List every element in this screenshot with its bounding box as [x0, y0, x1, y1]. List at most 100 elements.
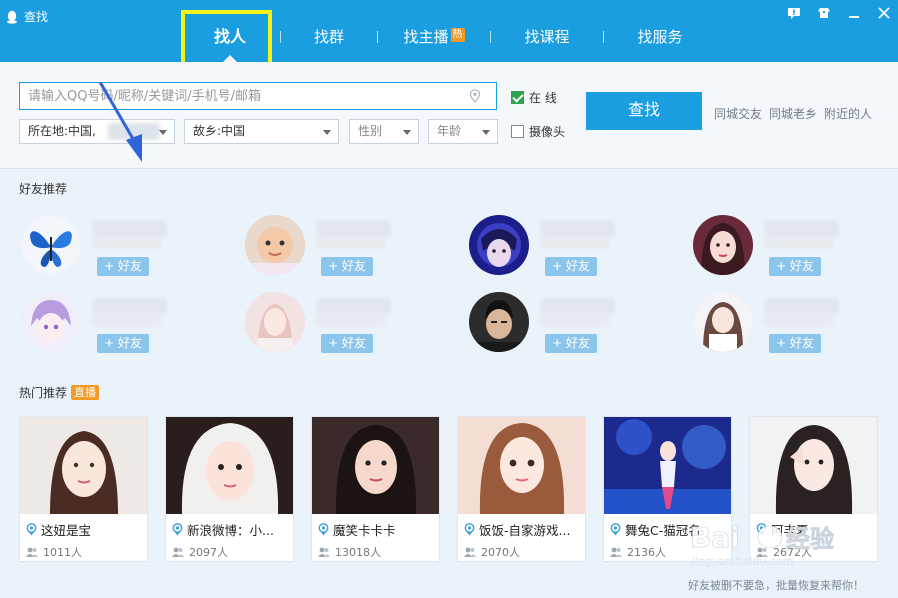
hometown-select[interactable]: 故乡:中国: [184, 119, 339, 144]
search-input[interactable]: [19, 82, 497, 110]
live-card[interactable]: 饭饭-自家游戏... 2070人: [457, 416, 586, 562]
live-card-title-text: 魔笑卡卡卡: [333, 523, 396, 538]
avatar[interactable]: [469, 292, 529, 352]
live-location-icon: [756, 523, 767, 536]
stream-thumbnail: [750, 417, 877, 514]
add-friend-button[interactable]: + 好友: [545, 257, 597, 276]
link-same-city-hometown[interactable]: 同城老乡: [769, 105, 817, 122]
blurred-name: [93, 237, 161, 249]
live-card[interactable]: 舞兔C-猫冠名 2136人: [603, 416, 732, 562]
live-badge: 直播: [71, 385, 100, 400]
live-card-title-text: 舞兔C-猫冠名: [625, 523, 701, 538]
live-location-icon: [464, 523, 475, 536]
online-checkbox-label: 在 线: [529, 91, 557, 105]
avatar[interactable]: [469, 215, 529, 275]
tab-find-group[interactable]: 找群: [281, 0, 377, 62]
chevron-down-icon: [323, 130, 331, 135]
find-button[interactable]: 查找: [586, 92, 702, 130]
age-select-value: 年龄: [437, 124, 462, 138]
add-friend-button[interactable]: + 好友: [769, 334, 821, 353]
window-controls: [786, 6, 892, 22]
chevron-down-icon: [482, 130, 490, 135]
stream-thumbnail: [166, 417, 293, 514]
gender-select-value: 性别: [358, 124, 383, 138]
live-card-title: 舞兔C-猫冠名: [610, 520, 728, 539]
blurred-name: [93, 221, 167, 237]
live-card-viewers: 1011人: [26, 544, 82, 560]
avatar[interactable]: [245, 215, 305, 275]
viewers-count: 2136人: [627, 546, 666, 559]
blurred-name: [541, 221, 615, 237]
chevron-down-icon: [403, 130, 411, 135]
close-icon[interactable]: [876, 6, 892, 22]
avatar[interactable]: [21, 292, 81, 352]
location-select-value: 所在地:中国,: [28, 124, 96, 138]
avatar[interactable]: [245, 292, 305, 352]
hot-section-title: 热门推荐 直播: [19, 384, 100, 401]
location-pin-icon[interactable]: [469, 89, 481, 103]
tab-find-course[interactable]: 找课程: [491, 0, 603, 62]
live-card-viewers: 2070人: [464, 544, 520, 560]
tab-find-service[interactable]: 找服务: [604, 0, 716, 62]
skin-icon[interactable]: [816, 6, 832, 22]
live-location-icon: [610, 523, 621, 536]
add-friend-button[interactable]: + 好友: [321, 257, 373, 276]
add-friend-button[interactable]: + 好友: [769, 257, 821, 276]
feedback-icon[interactable]: [786, 6, 802, 22]
camera-checkbox-label: 摄像头: [529, 125, 566, 139]
tab-find-people[interactable]: 找人: [180, 0, 280, 62]
viewers-count: 2672人: [773, 546, 812, 559]
live-card-title: 阿丰夏: [756, 520, 874, 539]
minimize-icon[interactable]: [846, 6, 862, 22]
tab-label: 找课程: [524, 28, 570, 46]
blurred-name: [541, 298, 615, 314]
friend-card: + 好友: [693, 215, 893, 277]
age-select[interactable]: 年龄: [428, 119, 498, 144]
friend-card: + 好友: [245, 292, 445, 354]
qq-penguin-icon: [7, 10, 17, 24]
add-friend-button[interactable]: + 好友: [321, 334, 373, 353]
stream-thumbnail: [312, 417, 439, 514]
add-friend-button[interactable]: + 好友: [545, 334, 597, 353]
location-select[interactable]: 所在地:中国,: [19, 119, 175, 144]
tab-find-streamer[interactable]: 找主播热: [378, 0, 490, 62]
add-friend-button[interactable]: + 好友: [97, 257, 149, 276]
viewers-icon: [756, 547, 768, 557]
blurred-name: [765, 221, 839, 237]
live-card-viewers: 13018人: [318, 544, 381, 560]
camera-checkbox[interactable]: 摄像头: [511, 123, 565, 140]
chevron-down-icon: [159, 130, 167, 135]
viewers-count: 1011人: [43, 546, 82, 559]
live-card-title-text: 阿丰夏: [771, 523, 809, 538]
avatar[interactable]: [693, 292, 753, 352]
window-title-text: 查找: [24, 10, 49, 24]
viewers-icon: [464, 547, 476, 557]
gender-select[interactable]: 性别: [349, 119, 419, 144]
live-card[interactable]: 魔笑卡卡卡 13018人: [311, 416, 440, 562]
add-friend-button[interactable]: + 好友: [97, 334, 149, 353]
friend-card: + 好友: [21, 215, 221, 277]
link-nearby-people[interactable]: 附近的人: [824, 105, 872, 122]
stream-thumbnail: [458, 417, 585, 514]
footer-tip[interactable]: 好友被删不要急，批量恢复来帮你！: [688, 577, 864, 593]
link-same-city-dating[interactable]: 同城交友: [714, 105, 762, 122]
viewers-icon: [172, 547, 184, 557]
friend-card: + 好友: [21, 292, 221, 354]
blurred-name: [541, 314, 609, 326]
live-card[interactable]: 新浪微博：小... 2097人: [165, 416, 294, 562]
blurred-region: [108, 123, 160, 140]
blurred-name: [317, 298, 391, 314]
tab-label: 找服务: [637, 28, 683, 46]
avatar[interactable]: [693, 215, 753, 275]
blurred-name: [765, 314, 833, 326]
viewers-count: 2097人: [189, 546, 228, 559]
live-card-viewers: 2097人: [172, 544, 228, 560]
tab-label: 找群: [313, 28, 344, 46]
stream-thumbnail: [20, 417, 147, 514]
avatar[interactable]: [21, 215, 81, 275]
live-card[interactable]: 这妞是宝 1011人: [19, 416, 148, 562]
online-checkbox[interactable]: 在 线: [511, 89, 557, 106]
live-card[interactable]: 阿丰夏 2672人: [749, 416, 878, 562]
blurred-name: [93, 314, 161, 326]
nav-tabs: 找人 找群 找主播热 找课程 找服务: [180, 0, 716, 62]
